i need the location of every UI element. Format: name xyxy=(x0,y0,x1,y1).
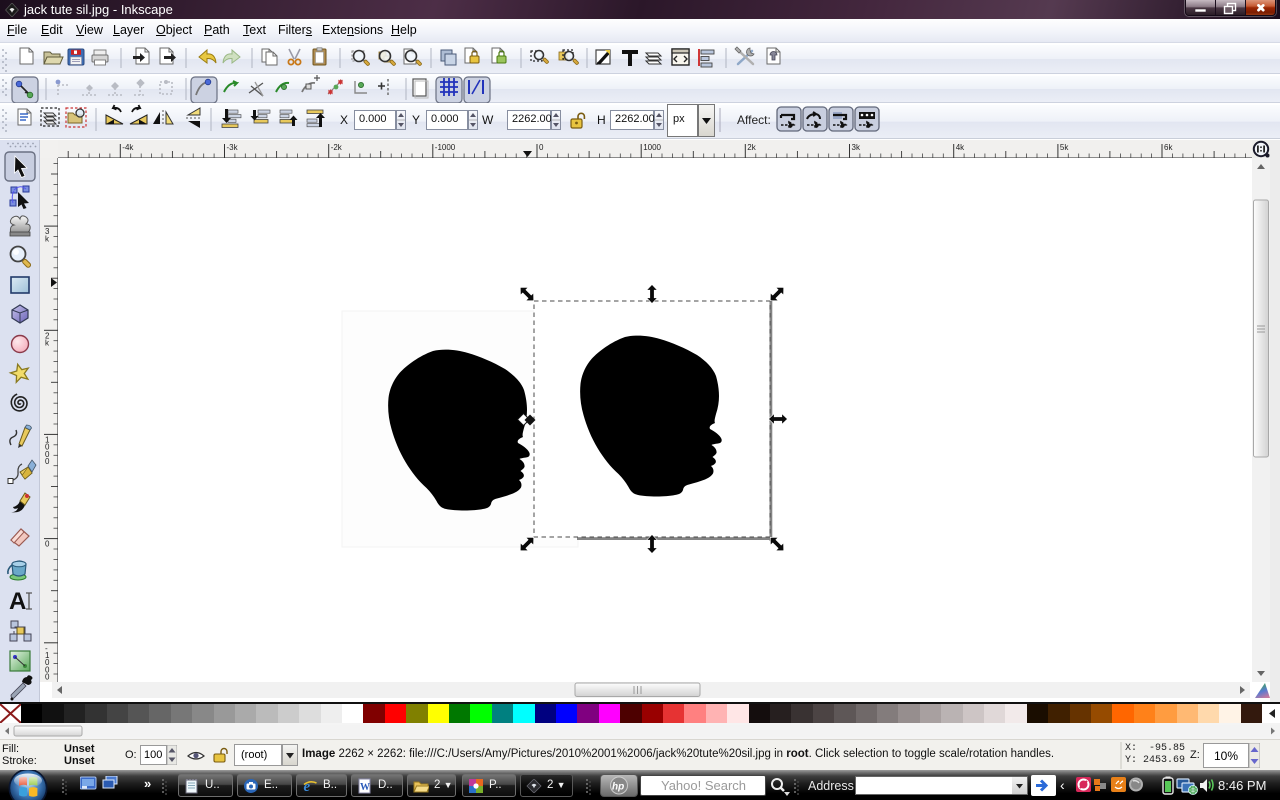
svg-text:A: A xyxy=(9,588,26,615)
svg-text:-1000: -1000 xyxy=(435,143,456,152)
svg-text:5k: 5k xyxy=(1060,143,1069,152)
svg-text:6k: 6k xyxy=(1164,143,1173,152)
svg-text:0: 0 xyxy=(45,540,50,549)
svg-text:0: 0 xyxy=(45,673,50,682)
svg-text:0: 0 xyxy=(539,143,544,152)
svg-text:0: 0 xyxy=(45,457,50,466)
svg-text:4k: 4k xyxy=(956,143,965,152)
svg-text:-3k: -3k xyxy=(227,143,239,152)
svg-text:-4k: -4k xyxy=(122,143,134,152)
svg-text:1000: 1000 xyxy=(643,143,661,152)
svg-text:2k: 2k xyxy=(747,143,756,152)
svg-text:W: W xyxy=(360,782,370,793)
svg-text:hp: hp xyxy=(612,782,624,793)
svg-text:-2k: -2k xyxy=(331,143,343,152)
svg-text:3k: 3k xyxy=(852,143,861,152)
